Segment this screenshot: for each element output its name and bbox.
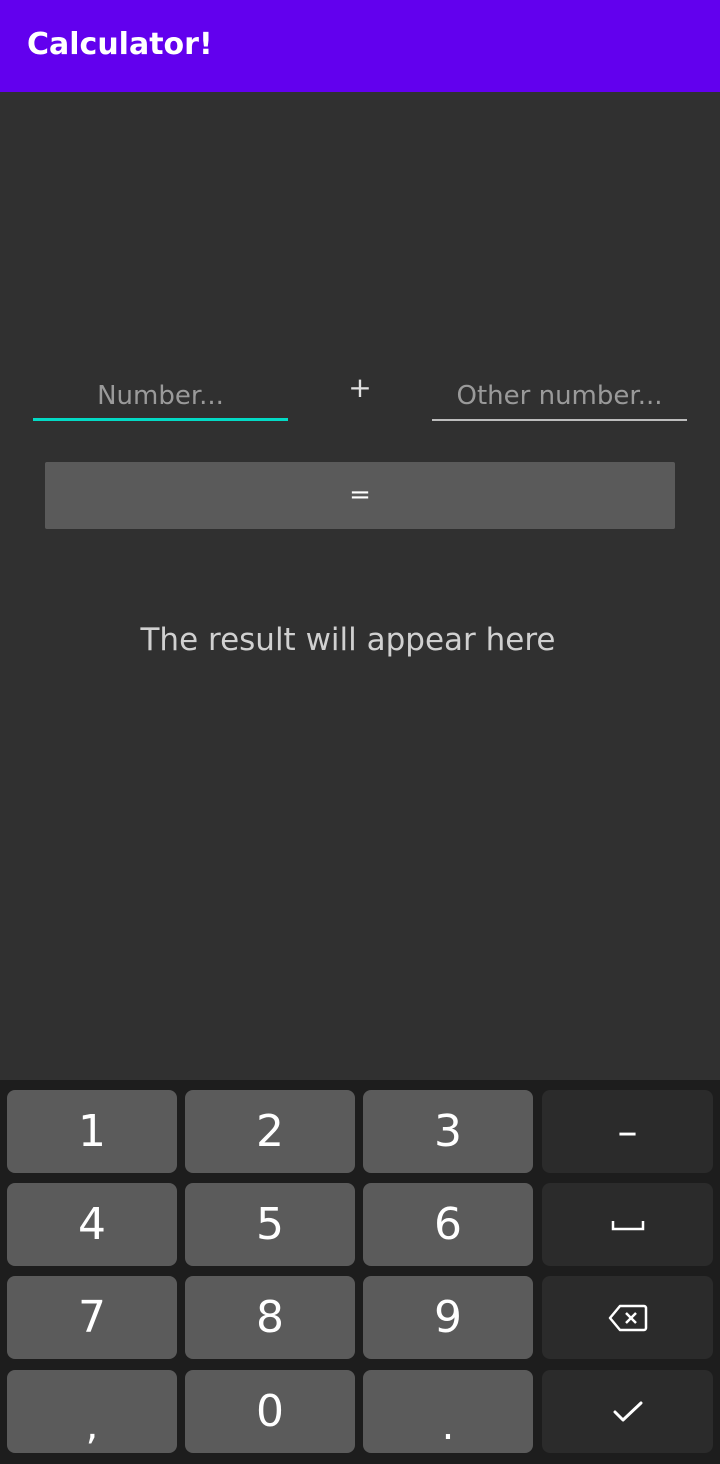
key-4[interactable]: 4 xyxy=(7,1183,177,1266)
app-title: Calculator! xyxy=(27,27,213,62)
calculator-content: + = The result will appear here xyxy=(0,92,720,1080)
second-number-input[interactable] xyxy=(432,373,687,421)
key-3[interactable]: 3 xyxy=(363,1090,533,1173)
key-9[interactable]: 9 xyxy=(363,1276,533,1359)
key-6[interactable]: 6 xyxy=(363,1183,533,1266)
key-comma[interactable]: , xyxy=(7,1370,177,1453)
key-0[interactable]: 0 xyxy=(185,1370,355,1453)
key-minus[interactable]: – xyxy=(542,1090,713,1173)
equals-button[interactable]: = xyxy=(45,462,675,529)
key-comma-label: , xyxy=(85,1402,99,1449)
checkmark-icon xyxy=(612,1400,644,1424)
key-2[interactable]: 2 xyxy=(185,1090,355,1173)
space-bar-icon xyxy=(611,1218,645,1232)
key-8[interactable]: 8 xyxy=(185,1276,355,1359)
key-1[interactable]: 1 xyxy=(7,1090,177,1173)
app-bar: Calculator! xyxy=(0,0,720,92)
operator-label: + xyxy=(348,371,372,404)
key-space[interactable] xyxy=(542,1183,713,1266)
numeric-keyboard: 1 2 3 – 4 5 6 7 8 9 , 0 . xyxy=(0,1080,720,1464)
key-period[interactable]: . xyxy=(363,1370,533,1453)
key-7[interactable]: 7 xyxy=(7,1276,177,1359)
first-number-input[interactable] xyxy=(33,373,288,421)
key-backspace[interactable] xyxy=(542,1276,713,1359)
key-period-label: . xyxy=(441,1402,455,1449)
backspace-icon xyxy=(608,1303,648,1333)
key-5[interactable]: 5 xyxy=(185,1183,355,1266)
result-text: The result will appear here xyxy=(140,622,556,658)
key-done[interactable] xyxy=(542,1370,713,1453)
